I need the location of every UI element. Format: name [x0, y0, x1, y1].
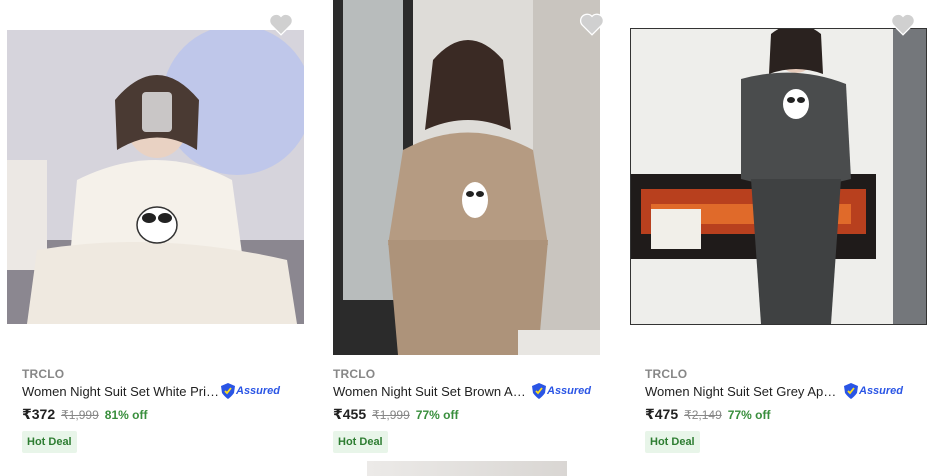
selling-price: ₹372	[22, 406, 56, 422]
product-card[interactable]: TRCLO Women Night Suit Set White Prin...…	[0, 0, 304, 476]
title-row[interactable]: Women Night Suit Set White Prin... Assur…	[22, 383, 280, 399]
product-image[interactable]	[7, 30, 304, 324]
title-row[interactable]: Women Night Suit Set Grey Appli... Assur…	[645, 383, 903, 399]
assured-badge: Assured	[532, 383, 591, 399]
shield-icon	[221, 383, 235, 399]
product-title[interactable]: Women Night Suit Set Grey Appli...	[645, 384, 842, 399]
assured-badge: Assured	[221, 383, 280, 399]
price-row: ₹372 ₹1,999 81% off	[22, 406, 147, 423]
wishlist-heart-icon[interactable]	[579, 12, 605, 36]
original-price: ₹1,999	[372, 408, 410, 422]
shield-icon	[532, 383, 546, 399]
original-price: ₹1,999	[61, 408, 99, 422]
next-product-image-peek[interactable]	[367, 461, 567, 476]
discount-percent: 81% off	[104, 408, 148, 422]
brand-name: TRCLO	[22, 367, 65, 381]
assured-label: Assured	[547, 385, 592, 397]
assured-badge: Assured	[844, 383, 903, 399]
selling-price: ₹475	[645, 406, 679, 422]
product-card[interactable]: TRCLO Women Night Suit Set Grey Appli...…	[630, 0, 936, 476]
product-title[interactable]: Women Night Suit Set Brown Ap...	[333, 384, 530, 399]
discount-percent: 77% off	[727, 408, 771, 422]
hot-deal-badge: Hot Deal	[645, 431, 700, 453]
brand-name: TRCLO	[645, 367, 688, 381]
product-image[interactable]	[630, 28, 927, 325]
hot-deal-badge: Hot Deal	[22, 431, 77, 453]
brand-name: TRCLO	[333, 367, 376, 381]
assured-label: Assured	[236, 385, 281, 397]
hot-deal-badge: Hot Deal	[333, 431, 388, 453]
original-price: ₹2,149	[684, 408, 722, 422]
discount-percent: 77% off	[415, 408, 459, 422]
product-image[interactable]	[333, 0, 600, 355]
price-row: ₹455 ₹1,999 77% off	[333, 406, 458, 423]
product-title[interactable]: Women Night Suit Set White Prin...	[22, 384, 219, 399]
shield-icon	[844, 383, 858, 399]
price-row: ₹475 ₹2,149 77% off	[645, 406, 770, 423]
selling-price: ₹455	[333, 406, 367, 422]
title-row[interactable]: Women Night Suit Set Brown Ap... Assured	[333, 383, 591, 399]
assured-label: Assured	[859, 385, 904, 397]
wishlist-heart-icon[interactable]	[890, 12, 916, 36]
wishlist-heart-icon[interactable]	[268, 12, 294, 36]
product-card[interactable]: TRCLO Women Night Suit Set Brown Ap... A…	[325, 0, 625, 476]
